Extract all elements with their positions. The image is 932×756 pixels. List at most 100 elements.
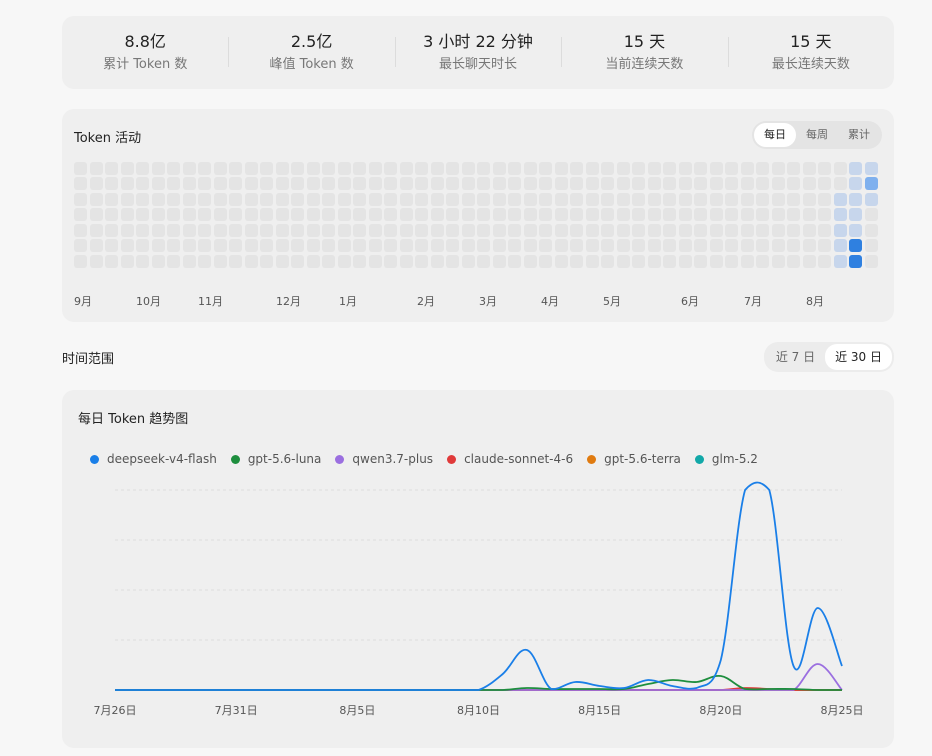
heatmap-cell[interactable] [306,208,320,221]
heatmap-cell[interactable] [136,239,149,252]
heatmap-cell[interactable] [523,223,537,237]
heatmap-cell[interactable] [120,254,134,268]
heatmap-cell[interactable] [740,161,754,175]
heatmap-cell[interactable] [849,239,862,252]
heatmap-cell[interactable] [353,239,366,252]
heatmap-cell[interactable] [446,177,459,190]
heatmap-cell[interactable] [492,254,506,268]
tab-daily[interactable]: 每日 [754,123,796,147]
heatmap-cell[interactable] [291,254,304,268]
heatmap-cell[interactable] [771,192,785,206]
heatmap-cell[interactable] [182,208,196,221]
heatmap-cell[interactable] [539,239,552,252]
heatmap-cell[interactable] [198,239,211,252]
heatmap-cell[interactable] [678,208,692,221]
heatmap-cell[interactable] [89,208,103,221]
heatmap-cell[interactable] [337,177,351,190]
heatmap-cell[interactable] [802,177,816,190]
heatmap-cell[interactable] [151,192,165,206]
heatmap-cell[interactable] [771,161,785,175]
heatmap-cell[interactable] [601,239,614,252]
heatmap-cell[interactable] [833,208,847,221]
heatmap-cell[interactable] [725,161,738,175]
heatmap-cell[interactable] [136,161,149,175]
heatmap-cell[interactable] [105,208,118,221]
heatmap-cell[interactable] [709,254,723,268]
heatmap-cell[interactable] [725,192,738,206]
heatmap-cell[interactable] [151,223,165,237]
heatmap-cell[interactable] [725,223,738,237]
heatmap-cell[interactable] [74,208,87,221]
heatmap-cell[interactable] [353,161,366,175]
heatmap-cell[interactable] [337,239,351,252]
heatmap-cell[interactable] [539,254,552,268]
heatmap-cell[interactable] [275,177,289,190]
heatmap-cell[interactable] [508,177,521,190]
heatmap-cell[interactable] [244,239,258,252]
heatmap-cell[interactable] [632,177,645,190]
heatmap-cell[interactable] [291,192,304,206]
heatmap-cell[interactable] [523,254,537,268]
heatmap-cell[interactable] [291,239,304,252]
heatmap-cell[interactable] [756,254,769,268]
heatmap-cell[interactable] [430,254,444,268]
heatmap-cell[interactable] [368,223,382,237]
heatmap-cell[interactable] [384,208,397,221]
heatmap-cell[interactable] [694,239,707,252]
heatmap-cell[interactable] [678,192,692,206]
heatmap-cell[interactable] [802,161,816,175]
heatmap-cell[interactable] [632,254,645,268]
heatmap-cell[interactable] [523,161,537,175]
heatmap-cell[interactable] [244,177,258,190]
heatmap-cell[interactable] [213,192,227,206]
heatmap-cell[interactable] [585,239,599,252]
heatmap-cell[interactable] [446,239,459,252]
heatmap-cell[interactable] [787,254,800,268]
heatmap-cell[interactable] [508,161,521,175]
heatmap-cell[interactable] [818,208,831,221]
heatmap-cell[interactable] [260,208,273,221]
heatmap-cell[interactable] [337,161,351,175]
heatmap-cell[interactable] [167,239,180,252]
heatmap-cell[interactable] [120,177,134,190]
heatmap-cell[interactable] [756,208,769,221]
heatmap-cell[interactable] [430,223,444,237]
heatmap-cell[interactable] [694,161,707,175]
heatmap-cell[interactable] [818,254,831,268]
heatmap-cell[interactable] [601,177,614,190]
heatmap-cell[interactable] [616,254,630,268]
heatmap-cell[interactable] [678,223,692,237]
heatmap-cell[interactable] [182,239,196,252]
heatmap-cell[interactable] [198,208,211,221]
heatmap-cell[interactable] [136,223,149,237]
heatmap-cell[interactable] [430,239,444,252]
heatmap-cell[interactable] [306,223,320,237]
heatmap-cell[interactable] [787,192,800,206]
heatmap-cell[interactable] [461,223,475,237]
heatmap-cell[interactable] [275,208,289,221]
heatmap-cell[interactable] [725,208,738,221]
heatmap-cell[interactable] [818,177,831,190]
heatmap-cell[interactable] [430,177,444,190]
heatmap-cell[interactable] [213,223,227,237]
heatmap-cell[interactable] [399,223,413,237]
heatmap-cell[interactable] [430,208,444,221]
heatmap-cell[interactable] [694,254,707,268]
heatmap-cell[interactable] [446,223,459,237]
series-line-gpt-5.6-luna[interactable] [114,674,842,691]
heatmap-cell[interactable] [740,239,754,252]
heatmap-cell[interactable] [167,254,180,268]
heatmap-cell[interactable] [384,239,397,252]
heatmap-cell[interactable] [244,223,258,237]
heatmap-cell[interactable] [833,177,847,190]
heatmap-cell[interactable] [818,223,831,237]
heatmap-cell[interactable] [632,161,645,175]
heatmap-cell[interactable] [105,177,118,190]
heatmap-cell[interactable] [74,239,87,252]
heatmap-cell[interactable] [89,239,103,252]
heatmap-cell[interactable] [585,208,599,221]
heatmap-cell[interactable] [849,208,862,221]
heatmap-cell[interactable] [849,254,862,268]
heatmap-cell[interactable] [198,254,211,268]
heatmap-cell[interactable] [849,161,862,175]
